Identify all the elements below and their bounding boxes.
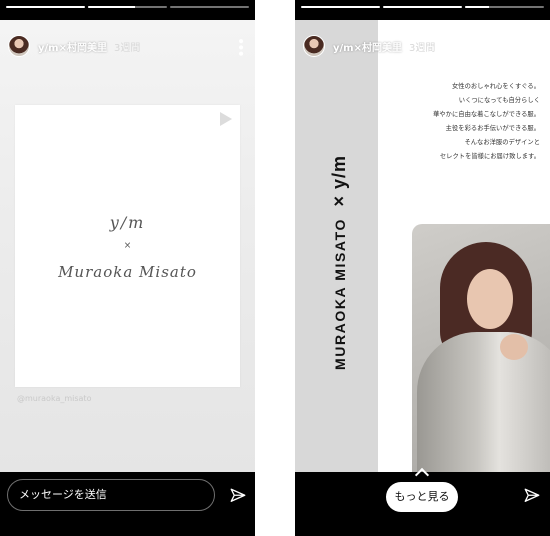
vertical-title-name: MURAOKA MISATO [332,218,349,371]
vertical-title-brand: × y/m [329,154,350,207]
story-content[interactable]: y/m × Muraoka Misato @muraoka_misato [0,20,255,472]
photo-hand [500,334,528,360]
logo-line-1: y/m [109,213,146,232]
progress-segment-2 [88,6,167,8]
copy-line: そんなお洋服のデザインと [464,139,540,146]
more-options-icon[interactable]: ••• [527,37,543,56]
brand-card: y/m × Muraoka Misato [15,105,240,387]
progress-segment-3 [465,6,544,8]
story-viewer-left: y/m × Muraoka Misato @muraoka_misato y/m… [0,0,255,536]
vertical-title: MURAOKA MISATO × y/m [311,110,369,415]
message-input[interactable]: メッセージを送信 [7,479,215,511]
story-header: y/m×村岡美里 3週間 ••• [0,20,255,72]
copy-line: 主役を彩るお手伝いができる服。 [445,125,540,132]
username[interactable]: y/m×村岡美里 [333,39,402,54]
avatar[interactable] [303,35,325,57]
copy-line: いくつになっても自分らしく [458,97,540,104]
send-icon[interactable] [523,487,541,505]
progress-segment-3 [170,6,249,8]
progress-bars [301,6,544,8]
copy-line: 女性のおしゃれ心をくすぐる。 [451,83,540,90]
username[interactable]: y/m×村岡美里 [38,39,107,54]
more-options-icon[interactable]: ••• [232,37,248,56]
send-icon[interactable] [229,487,247,505]
story-header: y/m×村岡美里 3週間 ••• [295,20,550,72]
progress-segment-1 [6,6,85,8]
copy-line: 華やかに自由な着こなしができる服。 [433,111,540,118]
progress-segment-1 [301,6,380,8]
copy-line: セレクトを皆様にお届け致します。 [439,153,540,160]
mention-tag[interactable]: @muraoka_misato [17,394,91,403]
post-time: 3週間 [113,42,141,54]
photo-face [467,269,513,329]
play-icon[interactable] [220,112,232,126]
logo-line-2: × [123,241,132,251]
avatar[interactable] [8,35,30,57]
see-more-button[interactable]: もっと見る [386,482,458,512]
story-viewer-right: MURAOKA MISATO × y/m 女性のおしゃれ心をくすぐる。 いくつに… [295,0,550,536]
story-content[interactable]: MURAOKA MISATO × y/m 女性のおしゃれ心をくすぐる。 いくつに… [295,20,550,472]
logo-line-3: Muraoka Misato [58,263,197,281]
progress-bars [6,6,249,8]
model-photo [412,224,550,472]
brand-copy: 女性のおしゃれ心をくすぐる。 いくつになっても自分らしく 華やかに自由な着こなし… [380,80,540,164]
photo-coat [417,332,550,472]
progress-segment-2 [383,6,462,8]
post-time: 3週間 [408,42,436,54]
